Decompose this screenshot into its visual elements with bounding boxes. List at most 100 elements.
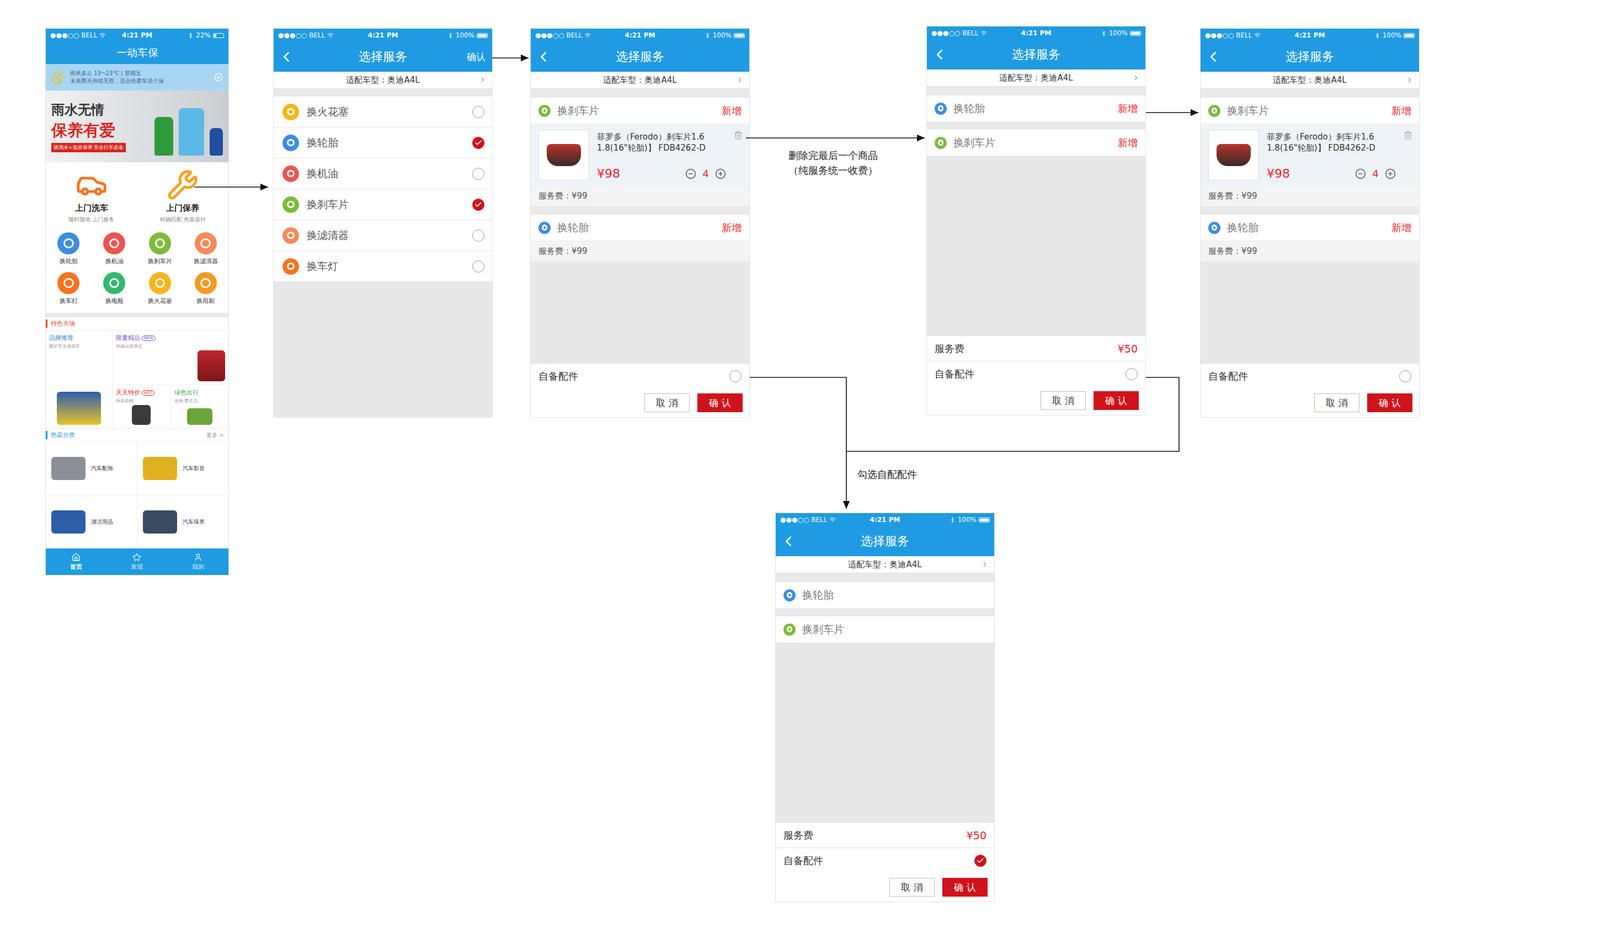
banner-headline: 雨水无情 bbox=[51, 100, 149, 119]
cancel-button[interactable]: 取 消 bbox=[644, 393, 690, 413]
car-model-row[interactable]: 适配车型：奥迪A4L bbox=[775, 556, 995, 574]
radio-button[interactable] bbox=[472, 105, 485, 119]
confirm-button[interactable]: 确 认 bbox=[1367, 393, 1413, 413]
hot-category[interactable]: 汽车配饰 bbox=[45, 441, 137, 495]
service-option[interactable]: 换车灯 bbox=[273, 251, 493, 282]
shortcut[interactable]: 换雨刷 bbox=[182, 272, 229, 306]
shortcut[interactable]: 换轮胎 bbox=[45, 232, 92, 266]
close-icon[interactable] bbox=[214, 72, 223, 82]
trash-icon[interactable] bbox=[733, 130, 743, 140]
bottle-icon bbox=[154, 116, 174, 156]
add-link[interactable]: 新增 bbox=[1117, 102, 1138, 116]
own-parts-row[interactable]: 自备配件 bbox=[926, 360, 1146, 387]
product-price: ¥98 bbox=[1266, 166, 1351, 181]
radio-button[interactable] bbox=[472, 260, 485, 273]
confirm-button[interactable]: 确 认 bbox=[942, 877, 988, 897]
radio-button[interactable] bbox=[1399, 370, 1412, 383]
back-icon[interactable] bbox=[1204, 48, 1222, 66]
category-image bbox=[142, 456, 178, 480]
featured-item[interactable]: 限量精品NEW特惠品质保证 bbox=[112, 330, 229, 385]
shortcut[interactable]: 换滤清器 bbox=[182, 232, 229, 266]
car-model-row[interactable]: 适配车型：奥迪A4L bbox=[1200, 71, 1420, 89]
tab-item[interactable]: 我的 bbox=[167, 548, 229, 575]
shortcut[interactable]: 换火花塞 bbox=[137, 272, 184, 306]
plus-icon[interactable] bbox=[715, 168, 727, 180]
main-service[interactable]: 上门洗车随时随地 上门服务 bbox=[45, 168, 138, 224]
radio-button[interactable] bbox=[974, 854, 987, 867]
arrow-icon bbox=[745, 137, 925, 139]
section-name: 换刹车片 bbox=[557, 103, 716, 119]
minus-icon[interactable] bbox=[685, 168, 697, 180]
trash-icon[interactable] bbox=[1403, 130, 1413, 140]
radio-button[interactable] bbox=[472, 198, 485, 211]
shortcut[interactable]: 换刹车片 bbox=[137, 232, 184, 266]
add-link[interactable]: 新增 bbox=[1391, 221, 1412, 235]
own-parts-row[interactable]: 自备配件 bbox=[530, 363, 750, 389]
car-model-row[interactable]: 适配车型：奥迪A4L bbox=[926, 69, 1146, 87]
category-image bbox=[51, 456, 86, 480]
confirm-button[interactable]: 确 认 bbox=[697, 393, 743, 413]
add-link[interactable]: 新增 bbox=[1117, 136, 1138, 150]
radio-button[interactable] bbox=[472, 167, 485, 180]
shortcut[interactable]: 换机油 bbox=[91, 232, 138, 266]
nav-title: 选择服务 bbox=[1243, 48, 1376, 66]
cancel-button[interactable]: 取 消 bbox=[889, 877, 935, 897]
button-row: 取 消确 认 bbox=[775, 872, 995, 902]
service-option[interactable]: 换滤清器 bbox=[273, 220, 493, 252]
featured-item[interactable]: 天天特价HOT特美抢购 bbox=[112, 385, 171, 429]
section-name: 换刹车片 bbox=[802, 622, 987, 637]
service-option[interactable]: 换轮胎 bbox=[273, 127, 493, 159]
tab-item[interactable]: 首页 bbox=[45, 548, 107, 575]
featured-item[interactable]: 绿色出行绿色·爱生活 bbox=[171, 385, 229, 429]
shortcut[interactable]: 换电瓶 bbox=[91, 272, 138, 306]
shortcut[interactable]: 换车灯 bbox=[45, 272, 92, 306]
add-link[interactable]: 新增 bbox=[721, 221, 742, 235]
hot-category[interactable]: 汽车保养 bbox=[137, 495, 229, 549]
hot-category[interactable]: 清洁用品 bbox=[45, 495, 137, 549]
service-option[interactable]: 换机油 bbox=[273, 158, 493, 190]
add-link[interactable]: 新增 bbox=[1391, 104, 1412, 118]
service-option[interactable]: 换火花塞 bbox=[273, 96, 493, 128]
service-icon bbox=[148, 232, 172, 255]
service-section: 换轮胎新增服务费：¥99 bbox=[530, 214, 750, 263]
back-icon[interactable] bbox=[535, 48, 552, 66]
product-price: ¥98 bbox=[596, 166, 681, 181]
hot-category[interactable]: 汽车影音 bbox=[137, 441, 229, 495]
service-option[interactable]: 换刹车片 bbox=[273, 189, 493, 221]
check-icon bbox=[976, 856, 985, 865]
product-image bbox=[1208, 129, 1260, 181]
service-sections: 换轮胎换刹车片 bbox=[775, 582, 995, 643]
own-parts-row[interactable]: 自备配件 bbox=[1200, 363, 1420, 389]
product-name: 菲罗多（Ferodo）刹车片1.6 1.8(16"轮胎)】 FDB4262-D bbox=[1266, 131, 1396, 154]
tab-item[interactable]: 发现 bbox=[106, 548, 168, 575]
service-icon bbox=[934, 136, 947, 149]
featured-desc: 暖炉安全成就车 bbox=[49, 343, 109, 350]
back-icon[interactable] bbox=[278, 48, 295, 66]
featured-item[interactable]: 品牌推荐暖炉安全成就车 bbox=[45, 330, 112, 429]
add-link[interactable]: 新增 bbox=[721, 104, 742, 118]
back-icon[interactable] bbox=[931, 46, 948, 63]
minus-icon[interactable] bbox=[1355, 168, 1367, 180]
banner-headline: 保养有爱 bbox=[51, 119, 149, 142]
car-model-row[interactable]: 适配车型：奥迪A4L bbox=[530, 71, 750, 89]
confirm-action[interactable]: 确认 bbox=[449, 50, 488, 64]
cancel-button[interactable]: 取 消 bbox=[1040, 391, 1086, 410]
battery-icon bbox=[978, 517, 990, 523]
radio-button[interactable] bbox=[729, 370, 742, 383]
radio-button[interactable] bbox=[472, 229, 485, 242]
shortcut-grid: 换轮胎换机油换刹车片换滤清器换车灯换电瓶换火花塞换雨刷 bbox=[45, 228, 229, 313]
promo-banner[interactable]: 雨水无情保养有爱玻璃水+低价保养 安全行车必备 bbox=[45, 90, 229, 163]
bluetooth-icon bbox=[949, 516, 956, 524]
back-icon[interactable] bbox=[780, 532, 797, 550]
radio-button[interactable] bbox=[1125, 368, 1138, 381]
main-service[interactable]: 上门保养精确匹配 先装后付 bbox=[137, 168, 229, 224]
car-model-row[interactable]: 适配车型：奥迪A4L bbox=[273, 71, 493, 89]
battery-icon bbox=[1403, 33, 1415, 39]
more-link[interactable]: 更多 > bbox=[206, 431, 224, 440]
radio-button[interactable] bbox=[472, 136, 485, 149]
confirm-button[interactable]: 确 认 bbox=[1093, 391, 1139, 410]
plus-icon[interactable] bbox=[1384, 168, 1396, 180]
cancel-button[interactable]: 取 消 bbox=[1314, 393, 1360, 413]
own-parts-row[interactable]: 自备配件 bbox=[775, 847, 995, 873]
wifi-icon bbox=[327, 32, 334, 39]
